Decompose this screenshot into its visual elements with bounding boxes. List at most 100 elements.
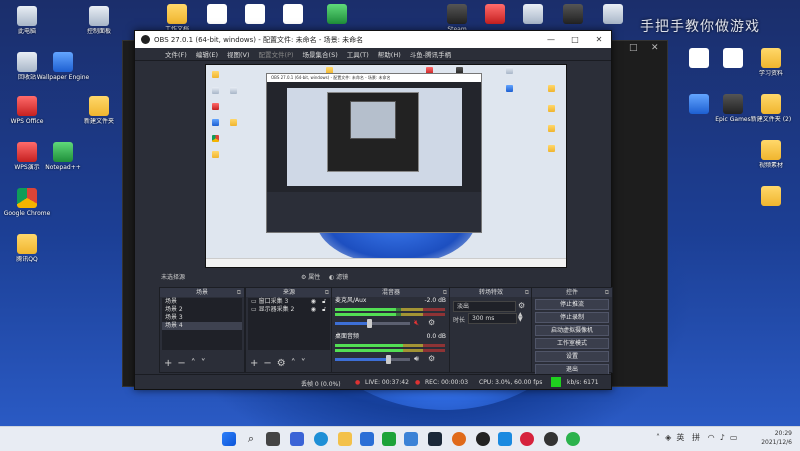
add-icon[interactable]: +: [164, 358, 177, 369]
ime-indicator[interactable]: 拼: [692, 433, 700, 442]
source-item[interactable]: ▭ 窗口采集 3 ◉ 🔓︎: [248, 298, 330, 306]
gear-icon[interactable]: ⚙: [428, 318, 435, 327]
desktop-icon-chrome[interactable]: Google Chrome: [0, 188, 54, 217]
slider-knob[interactable]: [366, 319, 372, 328]
maximize-button[interactable]: □: [563, 35, 587, 44]
dock-float-icon[interactable]: ⧉: [525, 288, 529, 297]
desktop-icon-folder-8[interactable]: 视频素材: [744, 140, 798, 169]
spinner-icon[interactable]: ▲ ▼: [518, 312, 523, 323]
move-up-icon[interactable]: ˄: [191, 358, 201, 369]
filters-button[interactable]: ◐ 滤镜: [329, 272, 348, 281]
desktop-icon-folder-6[interactable]: 学习资料: [744, 48, 798, 77]
desktop-icon-app-4[interactable]: [586, 4, 640, 26]
menu-tools[interactable]: 工具(T): [347, 49, 369, 59]
unlock-icon[interactable]: 🔓︎: [322, 306, 326, 314]
source-item[interactable]: ▭ 显示器采集 2 ◉ 🔓︎: [248, 306, 330, 314]
volume-slider[interactable]: [335, 358, 410, 361]
visibility-icon[interactable]: ◉: [311, 306, 316, 314]
desktop-icon-folder-9[interactable]: [744, 186, 798, 208]
minimize-button[interactable]: —: [539, 35, 563, 44]
app-icon[interactable]: [544, 432, 558, 446]
menu-file[interactable]: 文件(F): [165, 49, 187, 59]
remove-icon[interactable]: −: [263, 358, 276, 369]
desktop-icon-folder-7[interactable]: 新建文件夹 (2): [744, 94, 798, 123]
menu-plugin[interactable]: 斗鱼-腾讯手柄: [410, 49, 451, 59]
volume-icon[interactable]: ♪: [720, 433, 725, 442]
slider-knob[interactable]: [385, 355, 391, 364]
menu-profile[interactable]: 配置文件(P): [259, 49, 294, 59]
menu-edit[interactable]: 编辑(E): [196, 49, 218, 59]
add-icon[interactable]: +: [250, 358, 263, 369]
studio-mode-button[interactable]: 工作室模式: [535, 338, 609, 349]
menu-view[interactable]: 视图(V): [227, 49, 250, 59]
scene-item[interactable]: 场景 2: [162, 306, 242, 314]
preview-canvas[interactable]: OBS 27.0.1 (64-bit, windows) - 配置文件: 未命名…: [205, 64, 567, 268]
clock[interactable]: 20:29 2021/12/6: [761, 429, 792, 447]
properties-button[interactable]: ⚙ 属性: [301, 272, 320, 281]
widgets-icon[interactable]: [290, 432, 304, 446]
dock-float-icon[interactable]: ⧉: [237, 288, 241, 297]
muted-speaker-icon[interactable]: 🔇︎: [414, 318, 419, 328]
menu-help[interactable]: 帮助(H): [378, 49, 401, 59]
scene-item[interactable]: 场景 3: [162, 314, 242, 322]
app-icon[interactable]: [498, 432, 512, 446]
sources-list: ▭ 窗口采集 3 ◉ 🔓︎ ▭ 显示器采集 2 ◉ 🔓︎: [248, 298, 330, 350]
desktop-icon-this-pc[interactable]: 此电脑: [0, 6, 54, 35]
close-button[interactable]: ✕: [587, 35, 611, 44]
obs-icon[interactable]: [476, 432, 490, 446]
transition-select[interactable]: 淡出: [453, 301, 516, 312]
gear-icon[interactable]: ⚙: [277, 358, 291, 369]
obs-titlebar[interactable]: OBS 27.0.1 (64-bit, windows) - 配置文件: 未命名…: [135, 31, 611, 48]
battery-icon[interactable]: ▭: [730, 433, 738, 442]
desktop-icon-folder-1[interactable]: 新建文件夹: [72, 96, 126, 125]
wifi-icon[interactable]: ◠: [708, 433, 715, 442]
desktop-icon-qq[interactable]: 腾讯QQ: [0, 234, 54, 263]
visibility-icon[interactable]: ◉: [311, 298, 316, 306]
windows-start-icon[interactable]: [222, 432, 236, 446]
search-icon[interactable]: ⌕: [244, 432, 258, 446]
browser-icon[interactable]: [452, 432, 466, 446]
speaker-icon[interactable]: 🔊︎: [414, 354, 419, 364]
netease-music-icon[interactable]: [520, 432, 534, 446]
duration-input[interactable]: 300 ms: [468, 313, 517, 324]
dock-float-icon[interactable]: ⧉: [443, 288, 447, 297]
stop-streaming-button[interactable]: 停止推流: [535, 299, 609, 310]
dock-float-icon[interactable]: ⧉: [325, 288, 329, 297]
stop-recording-button[interactable]: 停止录制: [535, 312, 609, 323]
rec-time: REC: 00:00:03: [425, 379, 469, 386]
desktop-icon-green-app[interactable]: [310, 4, 364, 26]
gear-icon[interactable]: ⚙: [428, 354, 435, 363]
desktop-icon-wps-office[interactable]: WPS Office: [0, 96, 54, 125]
file-explorer-icon[interactable]: [338, 432, 352, 446]
tray-expand-icon[interactable]: ˄: [656, 433, 660, 442]
remove-icon[interactable]: −: [177, 358, 190, 369]
move-down-icon[interactable]: ˅: [301, 358, 311, 369]
move-down-icon[interactable]: ˅: [201, 358, 211, 369]
close-icon[interactable]: ✕: [651, 43, 659, 53]
gear-icon[interactable]: ⚙: [518, 301, 525, 310]
desktop-icon-control-panel[interactable]: 控制面板: [72, 6, 126, 35]
scene-item-selected[interactable]: 场景 4: [162, 322, 242, 330]
xbox-icon[interactable]: [382, 432, 396, 446]
menu-scene-collection[interactable]: 场景集合(S): [303, 49, 338, 59]
desktop-icon-wallpaper-engine[interactable]: Wallpaper Engine: [36, 52, 90, 81]
maximize-icon[interactable]: □: [629, 43, 638, 53]
obs-window[interactable]: OBS 27.0.1 (64-bit, windows) - 配置文件: 未命名…: [134, 30, 613, 390]
settings-button[interactable]: 设置: [535, 351, 609, 362]
volume-slider[interactable]: [335, 322, 410, 325]
move-up-icon[interactable]: ˄: [291, 358, 301, 369]
desktop-icon-notepadpp[interactable]: Notepad++: [36, 142, 90, 171]
lang-indicator[interactable]: 英: [676, 433, 684, 442]
app-icon[interactable]: [404, 432, 418, 446]
task-view-icon[interactable]: [266, 432, 280, 446]
wechat-icon[interactable]: [566, 432, 580, 446]
app-tray-icon[interactable]: ◈: [665, 433, 671, 442]
steam-icon[interactable]: [428, 432, 442, 446]
unlock-icon[interactable]: 🔓︎: [322, 298, 326, 306]
dock-float-icon[interactable]: ⧉: [605, 288, 609, 297]
controls-dock: 控件 ⧉ 停止推流 停止录制 启动虚拟摄像机 工作室模式 设置 退出: [531, 287, 613, 375]
start-virtual-camera-button[interactable]: 启动虚拟摄像机: [535, 325, 609, 336]
edge-icon[interactable]: [314, 432, 328, 446]
scene-item[interactable]: 场景: [162, 298, 242, 306]
store-icon[interactable]: [360, 432, 374, 446]
